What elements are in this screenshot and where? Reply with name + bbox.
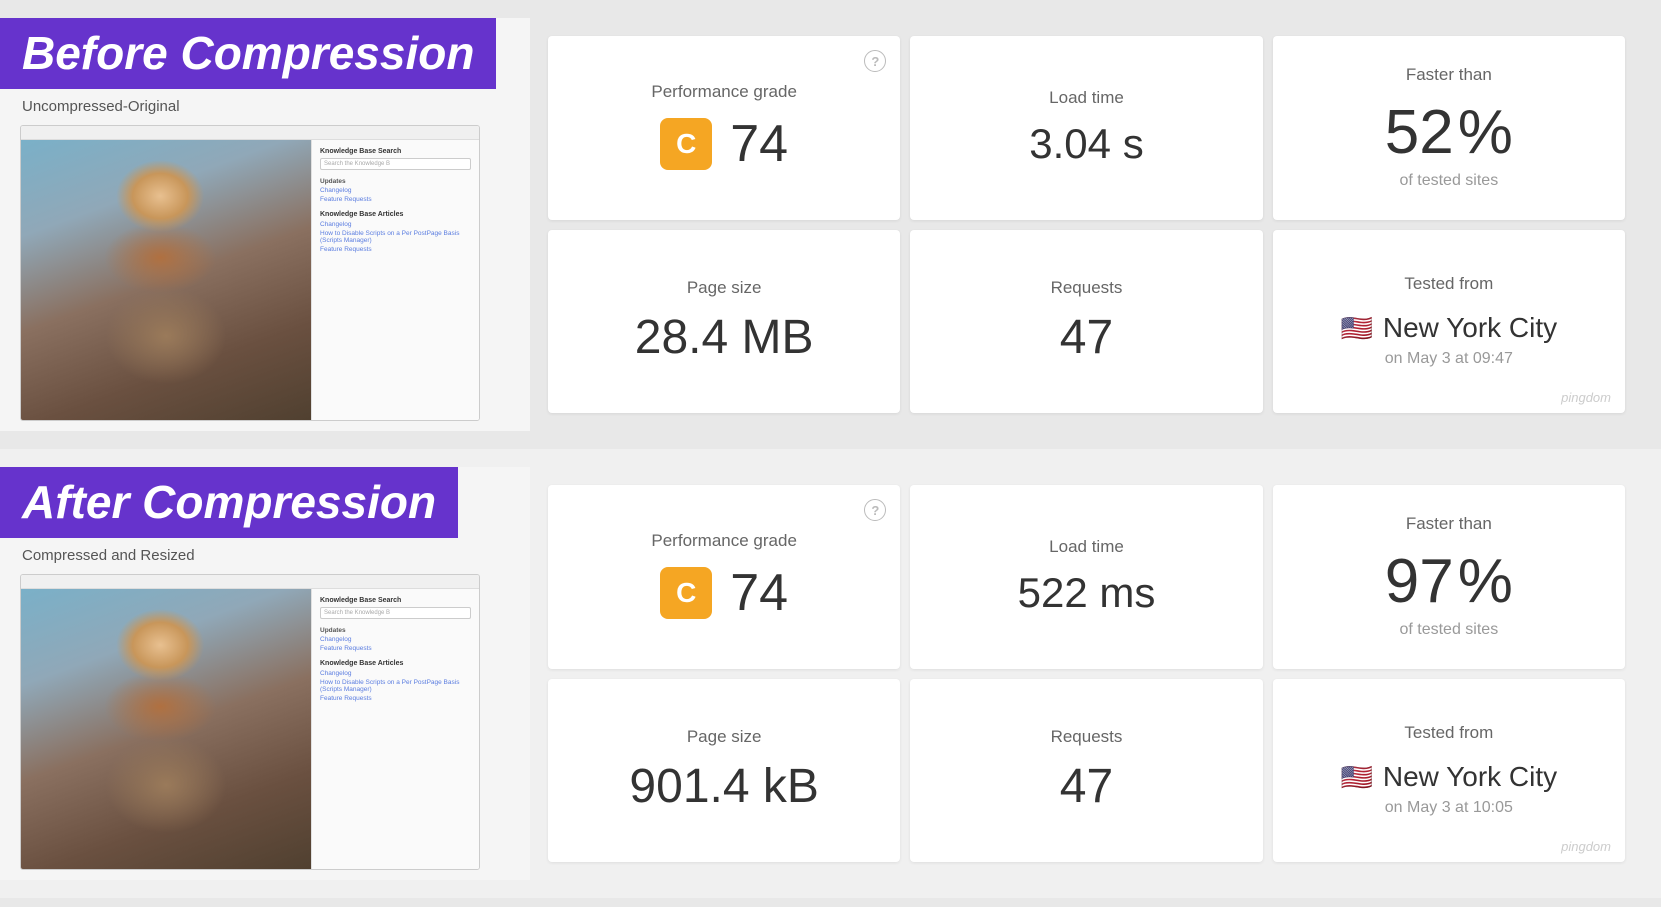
after-main-image — [21, 589, 311, 869]
after-sidebar-search: Search the Knowledge B — [320, 607, 471, 619]
after-section: After Compression Compressed and Resized… — [0, 449, 1661, 898]
after-tested-date: on May 3 at 10:05 — [1385, 799, 1513, 817]
after-page-size-label: Page size — [687, 727, 762, 747]
before-faster-percent: % — [1458, 97, 1513, 168]
before-sidebar-feature: Feature Requests — [320, 196, 471, 203]
before-requests-card: Requests 47 — [910, 230, 1262, 414]
before-load-time-card: Load time 3.04 s — [910, 36, 1262, 220]
after-tested-from-card: Tested from 🇺🇸 New York City on May 3 at… — [1273, 679, 1625, 863]
before-sidebar-search: Search the Knowledge B — [320, 158, 471, 170]
before-pingdom-watermark: pingdom — [1561, 390, 1611, 405]
before-grade-badge: C — [660, 118, 712, 170]
after-faster-than-card: Faster than 97 % of tested sites — [1273, 485, 1625, 669]
before-sidebar-changelog: Changelog — [320, 187, 471, 194]
before-label: Before Compression — [0, 18, 496, 89]
before-tested-city: 🇺🇸 New York City — [1340, 312, 1557, 344]
after-faster-sub: of tested sites — [1399, 621, 1498, 639]
after-requests-value: 47 — [1060, 759, 1113, 814]
after-tested-city: 🇺🇸 New York City — [1340, 761, 1557, 793]
before-sidebar-kb-articles-title: Knowledge Base Articles — [320, 211, 471, 218]
after-grade-number: 74 — [730, 563, 788, 623]
after-child-photo — [21, 589, 311, 869]
after-sidebar-kb-articles-title: Knowledge Base Articles — [320, 660, 471, 667]
before-kb-link-2: How to Disable Scripts on a Per PostPage… — [320, 230, 471, 244]
after-pingdom-watermark: pingdom — [1561, 839, 1611, 854]
after-label-text: After Compression — [22, 476, 436, 528]
before-section: Before Compression Uncompressed-Original… — [0, 0, 1661, 449]
after-sidebar-updates-title: Updates — [320, 627, 471, 634]
before-faster-label: Faster than — [1406, 65, 1492, 85]
before-metrics-grid: ? Performance grade C 74 Load time 3.04 … — [530, 18, 1643, 431]
before-load-time-value: 3.04 s — [1029, 120, 1143, 168]
before-performance-card: ? Performance grade C 74 — [548, 36, 900, 220]
after-screenshot-panel: After Compression Compressed and Resized… — [0, 467, 530, 880]
after-mock-sidebar: Knowledge Base Search Search the Knowled… — [311, 589, 479, 869]
before-faster-than-card: Faster than 52 % of tested sites — [1273, 36, 1625, 220]
after-grade-container: C 74 — [660, 563, 788, 623]
before-page-size-card: Page size 28.4 MB — [548, 230, 900, 414]
after-faster-value: 97 — [1385, 551, 1454, 613]
after-browser-bar — [21, 575, 479, 589]
after-faster-label: Faster than — [1406, 514, 1492, 534]
before-sidebar-updates-title: Updates — [320, 178, 471, 185]
after-sidebar-feature: Feature Requests — [320, 645, 471, 652]
after-kb-link-1: Changelog — [320, 670, 471, 677]
after-tested-label: Tested from — [1404, 723, 1493, 743]
before-requests-label: Requests — [1051, 278, 1123, 298]
after-mock-browser: Knowledge Base Search Search the Knowled… — [20, 574, 480, 870]
before-faster-value: 52 — [1385, 102, 1454, 164]
before-tested-from-card: Tested from 🇺🇸 New York City on May 3 at… — [1273, 230, 1625, 414]
before-kb-link-1: Changelog — [320, 221, 471, 228]
before-us-flag-icon: 🇺🇸 — [1340, 313, 1372, 344]
after-sub-label: Compressed and Resized — [20, 547, 510, 564]
after-metrics-grid: ? Performance grade C 74 Load time 522 m… — [530, 467, 1643, 880]
before-screenshot-panel: Before Compression Uncompressed-Original… — [0, 18, 530, 431]
after-browser-body: Knowledge Base Search Search the Knowled… — [21, 589, 479, 869]
after-requests-card: Requests 47 — [910, 679, 1262, 863]
after-faster-percent: % — [1458, 546, 1513, 617]
after-load-time-label: Load time — [1049, 537, 1124, 557]
before-grade-container: C 74 — [660, 114, 788, 174]
before-tested-label: Tested from — [1404, 274, 1493, 294]
before-performance-help-icon[interactable]: ? — [864, 50, 886, 72]
before-faster-sub: of tested sites — [1399, 172, 1498, 190]
after-label: After Compression — [0, 467, 458, 538]
before-main-image — [21, 140, 311, 420]
before-section-content: Before Compression Uncompressed-Original… — [0, 0, 1661, 449]
after-load-time-value: 522 ms — [1018, 569, 1156, 617]
before-browser-body: Knowledge Base Search Search the Knowled… — [21, 140, 479, 420]
after-section-content: After Compression Compressed and Resized… — [0, 449, 1661, 898]
after-kb-link-2: How to Disable Scripts on a Per PostPage… — [320, 679, 471, 693]
before-mock-browser: Knowledge Base Search Search the Knowled… — [20, 125, 480, 421]
before-grade-number: 74 — [730, 114, 788, 174]
after-grade-badge: C — [660, 567, 712, 619]
before-page-size-label: Page size — [687, 278, 762, 298]
before-label-text: Before Compression — [22, 27, 474, 79]
before-load-time-label: Load time — [1049, 88, 1124, 108]
after-us-flag-icon: 🇺🇸 — [1340, 762, 1372, 793]
before-requests-value: 47 — [1060, 310, 1113, 365]
before-mock-sidebar: Knowledge Base Search Search the Knowled… — [311, 140, 479, 420]
after-performance-help-icon[interactable]: ? — [864, 499, 886, 521]
before-page-size-value: 28.4 MB — [635, 310, 814, 365]
after-sidebar-kb-search-title: Knowledge Base Search — [320, 597, 471, 604]
before-tested-date: on May 3 at 09:47 — [1385, 350, 1513, 368]
after-kb-link-3: Feature Requests — [320, 695, 471, 702]
before-sidebar-kb-search-title: Knowledge Base Search — [320, 148, 471, 155]
after-requests-label: Requests — [1051, 727, 1123, 747]
after-page-size-value: 901.4 kB — [629, 759, 818, 814]
after-sidebar-changelog: Changelog — [320, 636, 471, 643]
before-child-photo — [21, 140, 311, 420]
before-browser-bar — [21, 126, 479, 140]
after-load-time-card: Load time 522 ms — [910, 485, 1262, 669]
after-page-size-card: Page size 901.4 kB — [548, 679, 900, 863]
before-sub-label: Uncompressed-Original — [20, 98, 510, 115]
before-performance-label: Performance grade — [651, 82, 797, 102]
before-kb-link-3: Feature Requests — [320, 246, 471, 253]
after-performance-card: ? Performance grade C 74 — [548, 485, 900, 669]
after-performance-label: Performance grade — [651, 531, 797, 551]
